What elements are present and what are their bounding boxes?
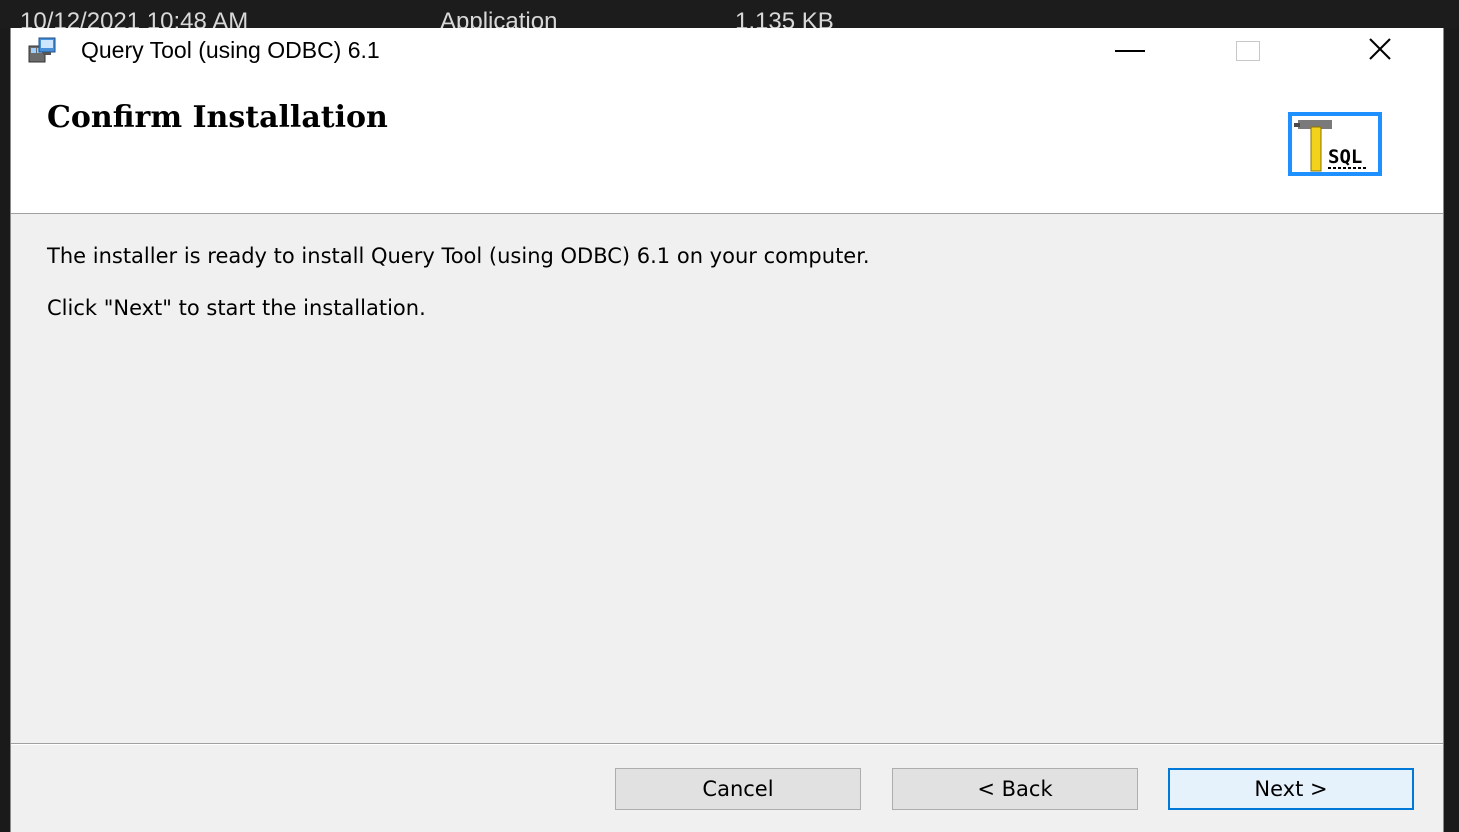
close-button[interactable]: [1335, 28, 1425, 74]
background-date-text: 10/12/2021 10:48 AM: [20, 8, 249, 28]
maximize-icon: [1236, 41, 1260, 61]
header-banner: Confirm Installation SQL: [11, 74, 1443, 214]
close-icon: [1367, 36, 1393, 67]
page-title: Confirm Installation: [47, 100, 388, 135]
background-file-list-row: 10/12/2021 10:48 AM Application 1,135 KB: [0, 0, 1459, 28]
ready-message: The installer is ready to install Query …: [47, 244, 870, 268]
next-button[interactable]: Next >: [1168, 768, 1414, 810]
window-title: Query Tool (using ODBC) 6.1: [81, 37, 380, 63]
back-button[interactable]: < Back: [892, 768, 1138, 810]
installer-window: Query Tool (using ODBC) 6.1 Confirm Inst…: [10, 28, 1444, 832]
background-size-text: 1,135 KB: [735, 8, 834, 28]
minimize-button[interactable]: [1085, 28, 1175, 74]
footer-divider: [11, 743, 1443, 745]
installer-icon: [27, 36, 57, 64]
title-bar[interactable]: Query Tool (using ODBC) 6.1: [11, 28, 1443, 74]
sql-icon-label: SQL: [1328, 146, 1362, 168]
minimize-icon: [1115, 50, 1145, 52]
instruction-message: Click "Next" to start the installation.: [47, 296, 426, 320]
maximize-button[interactable]: [1203, 28, 1293, 74]
background-type-text: Application: [440, 8, 558, 28]
sql-hammer-icon: SQL: [1288, 112, 1382, 176]
cancel-button[interactable]: Cancel: [615, 768, 861, 810]
